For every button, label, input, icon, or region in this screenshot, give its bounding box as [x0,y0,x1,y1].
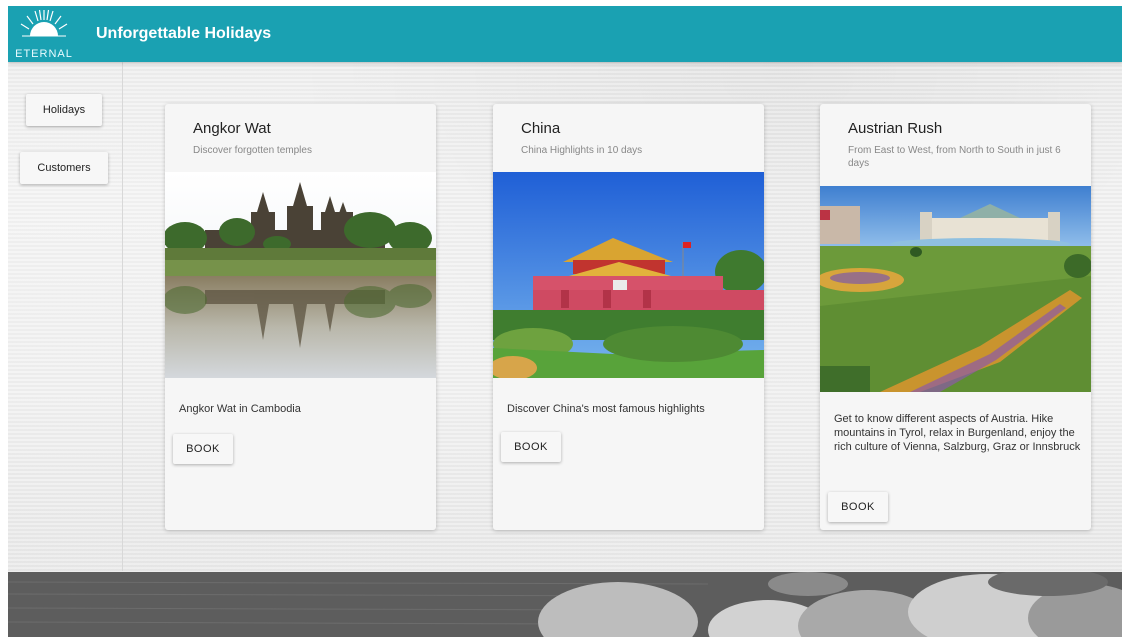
card-title: China [521,120,561,137]
holiday-card-austrian-rush: Austrian Rush From East to West, from No… [820,104,1091,530]
book-button-angkor-wat[interactable]: BOOK [173,434,233,464]
app-title: Unforgettable Holidays [96,25,272,42]
sunrise-icon [20,9,68,37]
nav-holidays-button[interactable]: Holidays [26,94,102,126]
book-button-austrian-rush[interactable]: BOOK [828,492,888,522]
card-subtitle: China Highlights in 10 days [521,145,643,156]
eternal-logo[interactable]: ETERNAL [8,6,80,62]
sidebar: Holidays Customers [8,62,123,571]
angkor-wat-image [165,172,436,378]
nav-customers-button[interactable]: Customers [20,152,108,184]
logo-text: ETERNAL [15,48,73,60]
holiday-card-angkor-wat: Angkor Wat Discover forgotten temples An… [165,104,436,530]
card-description: Get to know different aspects of Austria… [834,413,1081,453]
card-subtitle: From East to West, from North to South i… [848,145,1061,169]
book-button-china[interactable]: BOOK [501,432,561,462]
holiday-card-china: China China Highlights in 10 days Discov… [493,104,764,530]
background-rocks [8,572,1122,637]
app-window: ETERNAL Unforgettable Holidays Holidays … [8,6,1122,637]
card-subtitle: Discover forgotten temples [193,145,312,156]
top-app-bar: ETERNAL Unforgettable Holidays [8,6,1122,62]
card-description: Discover China's most famous highlights [507,403,705,415]
card-description: Angkor Wat in Cambodia [179,403,301,415]
austria-image [820,186,1091,392]
card-title: Angkor Wat [193,120,271,137]
card-title: Austrian Rush [848,120,943,137]
china-image [493,172,764,378]
